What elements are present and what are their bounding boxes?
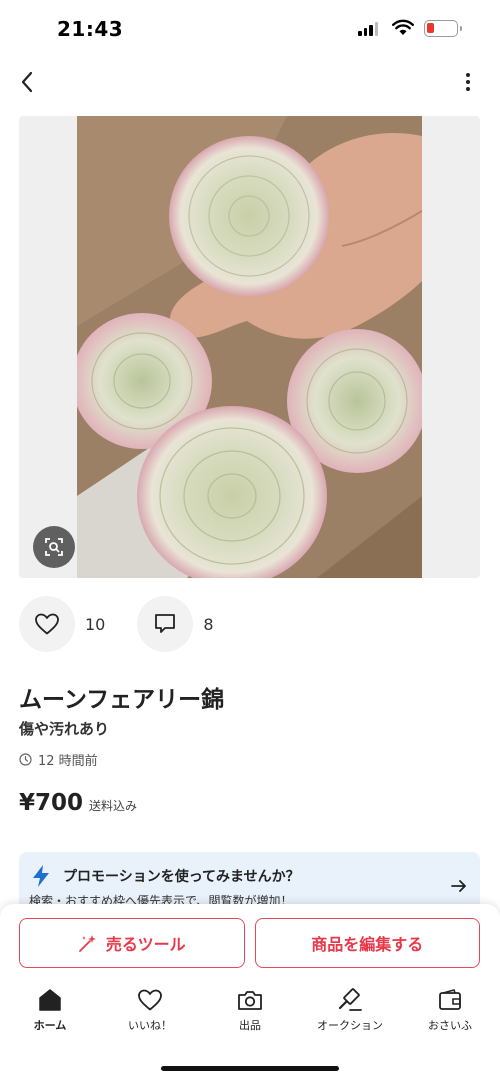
like-count: 10 [85, 614, 106, 634]
tab-wallet[interactable]: おさいふ [400, 988, 500, 1044]
tab-bar: ホーム いいね！ 出品 オークション おさいふ [0, 988, 500, 1044]
more-button[interactable] [454, 68, 482, 96]
promotion-title: プロモーションを使ってみませんか？ [63, 869, 300, 885]
sparkle-wand-icon [79, 935, 96, 952]
lightning-icon [33, 865, 49, 887]
image-search-icon [45, 538, 63, 556]
product-condition: 傷や汚れあり [19, 720, 110, 738]
comment-icon [155, 614, 176, 633]
tab-listing[interactable]: 出品 [200, 988, 300, 1044]
product-image-area[interactable] [19, 116, 480, 578]
gavel-icon [338, 988, 362, 1011]
sell-tool-button[interactable]: 売るツール [19, 918, 245, 968]
camera-icon [238, 991, 262, 1010]
signal-icon [358, 22, 378, 36]
home-icon [39, 989, 61, 1011]
status-bar: 21:43 [0, 0, 500, 60]
shipping-note: 送料込み [89, 799, 138, 813]
action-buttons: 売るツール 商品を編集する [19, 918, 480, 968]
more-vertical-icon [466, 73, 470, 91]
heart-icon [138, 989, 162, 1011]
bottom-panel: 売るツール 商品を編集する ホーム いいね！ 出品 オークション おさいふ [0, 904, 500, 1080]
tab-likes[interactable]: いいね！ [100, 988, 200, 1044]
edit-item-button[interactable]: 商品を編集する [254, 918, 480, 968]
arrow-right-icon [451, 880, 466, 892]
posted-time: 12 時間前 [19, 750, 98, 769]
status-time: 21:43 [57, 17, 124, 41]
posted-time-label: 12 時間前 [38, 754, 98, 769]
back-button[interactable] [12, 66, 42, 98]
tab-wallet-label: おさいふ [428, 1019, 472, 1032]
wifi-icon [392, 19, 414, 35]
product-photo[interactable] [77, 116, 422, 578]
chevron-left-icon [21, 71, 33, 93]
clock-icon [19, 753, 32, 766]
tab-auction-label: オークション [317, 1019, 383, 1032]
nav-bar [0, 60, 500, 104]
comment-button[interactable] [137, 596, 194, 652]
wallet-icon [439, 989, 461, 1010]
tab-auction[interactable]: オークション [300, 988, 400, 1044]
battery-icon [424, 20, 462, 37]
product-title: ムーンフェアリー錦 [19, 687, 225, 713]
tab-home-label: ホーム [33, 1019, 67, 1032]
heart-icon [35, 613, 59, 635]
tab-home[interactable]: ホーム [0, 988, 100, 1044]
product-price: ¥700 [19, 790, 84, 816]
price-row: ¥700 送料込み [19, 790, 137, 816]
tab-listing-label: 出品 [239, 1019, 261, 1032]
image-search-button[interactable] [33, 526, 75, 568]
engagement-row: 10 8 [19, 596, 246, 652]
like-button[interactable] [19, 596, 75, 652]
comment-count: 8 [203, 614, 214, 634]
home-indicator [161, 1066, 339, 1071]
sell-tool-label: 売るツール [105, 935, 186, 954]
edit-item-label: 商品を編集する [311, 935, 424, 954]
tab-likes-label: いいね！ [128, 1019, 172, 1032]
